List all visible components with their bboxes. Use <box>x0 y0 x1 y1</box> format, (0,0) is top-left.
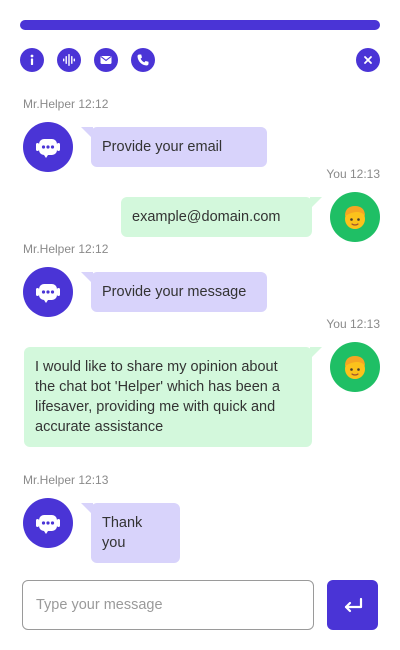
bot-message-bubble: Provide your email <box>81 127 267 167</box>
message-meta: You 12:13 <box>326 317 380 331</box>
message-meta: Mr.Helper 12:12 <box>23 242 109 256</box>
info-button[interactable] <box>20 48 44 72</box>
bot-message-bubble: Provide your message <box>81 272 267 312</box>
bot-avatar <box>23 498 73 548</box>
user-message-bubble: I would like to share my opinion about t… <box>24 347 322 447</box>
mail-icon <box>100 56 112 64</box>
message-meta: Mr.Helper 12:12 <box>23 97 109 111</box>
enter-icon <box>344 597 362 613</box>
info-icon <box>30 54 34 65</box>
send-button[interactable] <box>327 580 378 630</box>
robot-icon <box>36 284 60 303</box>
email-button[interactable] <box>94 48 118 72</box>
robot-icon <box>36 139 60 158</box>
close-button[interactable] <box>356 48 380 72</box>
phone-button[interactable] <box>131 48 155 72</box>
message-meta: You 12:13 <box>326 167 380 181</box>
soundwave-icon <box>63 54 75 66</box>
bot-message-bubble: Thank you <box>81 503 180 563</box>
voice-button[interactable] <box>57 48 81 72</box>
robot-icon <box>36 515 60 534</box>
message-meta: Mr.Helper 12:13 <box>23 473 109 487</box>
close-icon <box>364 56 372 64</box>
phone-icon <box>137 54 149 66</box>
boy-emoji-icon <box>345 356 365 379</box>
chat-toolbar <box>20 48 380 72</box>
user-message-bubble: example@domain.com <box>121 197 322 237</box>
bot-avatar <box>23 267 73 317</box>
user-avatar <box>330 192 380 242</box>
message-input[interactable] <box>22 580 314 630</box>
bot-avatar <box>23 122 73 172</box>
user-avatar <box>330 342 380 392</box>
top-progress-bar <box>20 20 380 30</box>
boy-emoji-icon <box>345 206 365 229</box>
